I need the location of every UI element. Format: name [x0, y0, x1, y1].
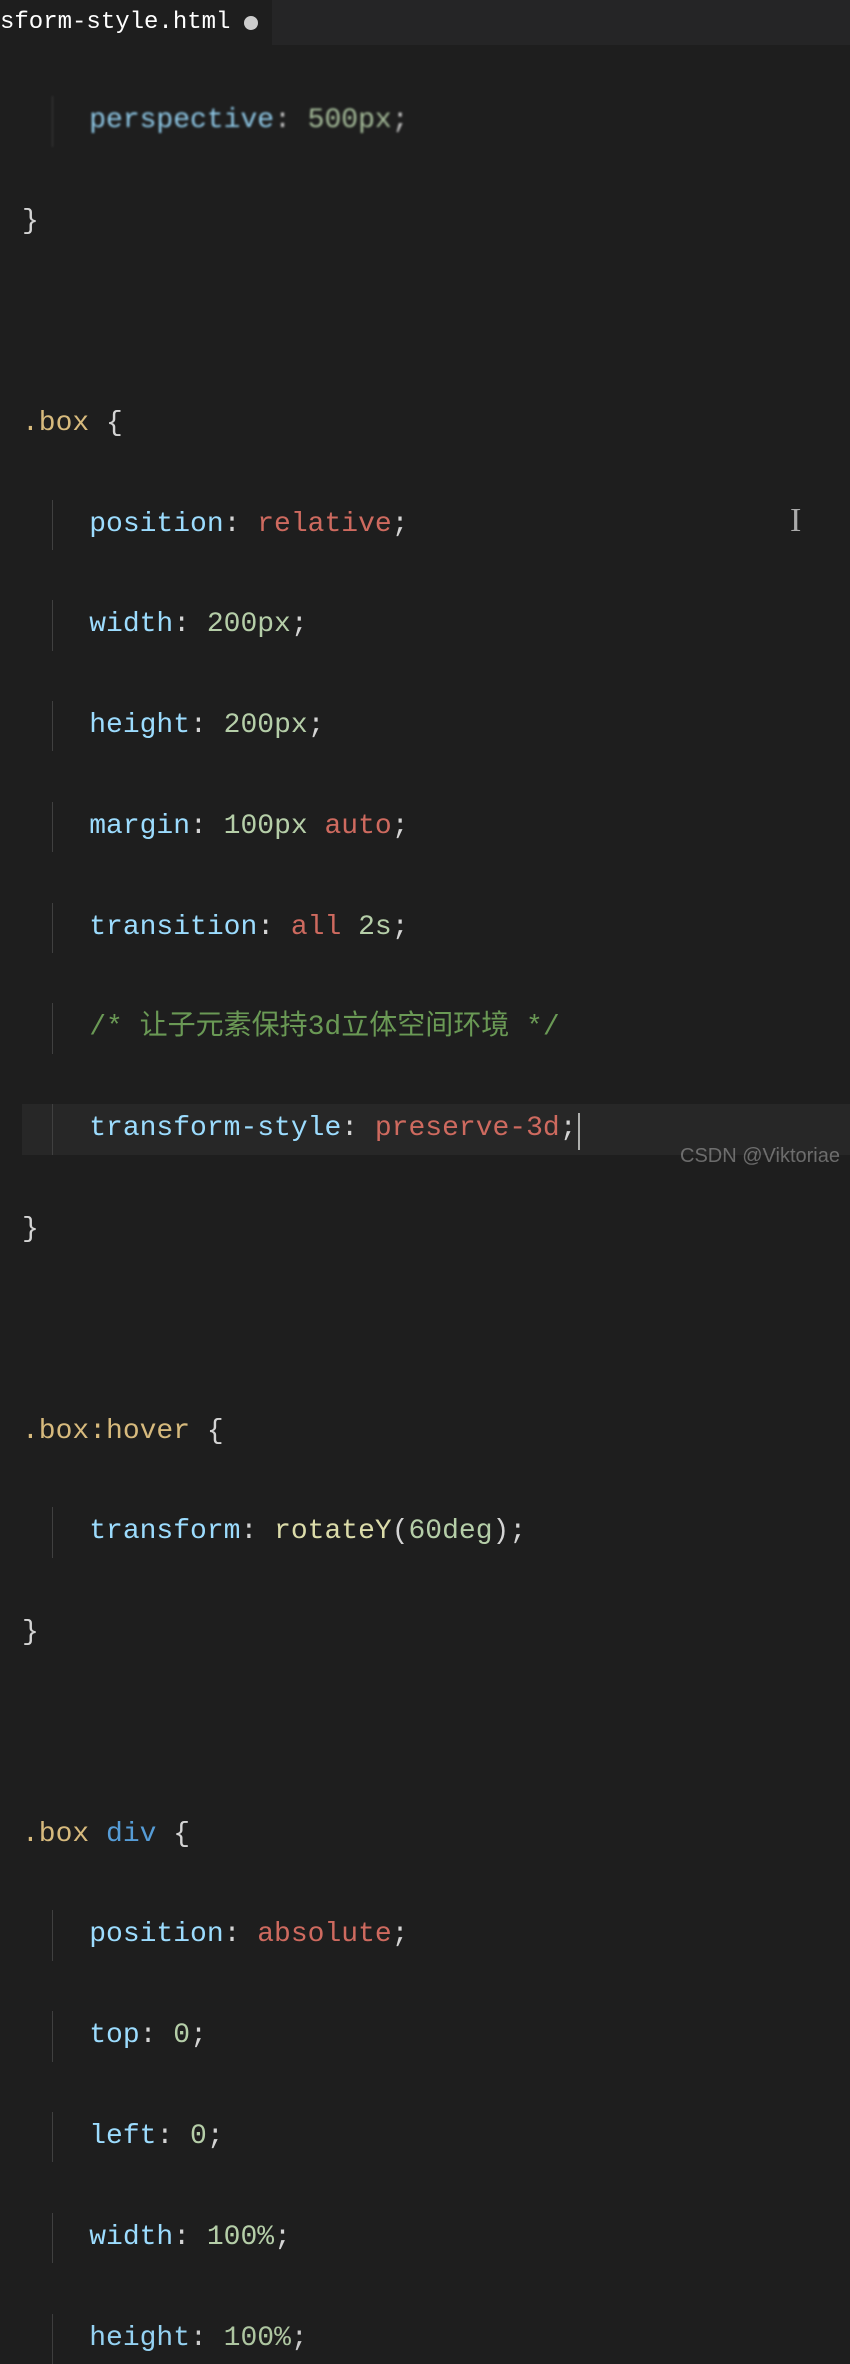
- css-function: rotateY: [274, 1516, 392, 1547]
- css-value: 200px: [207, 609, 291, 640]
- mouse-text-cursor-icon: I: [790, 490, 801, 551]
- tab-item[interactable]: sform-style.html: [0, 0, 272, 45]
- watermark: CSDN @Viktoriae: [680, 1138, 840, 1174]
- css-value: relative: [257, 509, 391, 540]
- modified-dot-icon: [244, 16, 258, 30]
- css-value: 0: [173, 2020, 190, 2051]
- css-property: width: [89, 2222, 173, 2253]
- css-property: width: [89, 609, 173, 640]
- brace: }: [22, 1617, 39, 1648]
- text-cursor-icon: [578, 1113, 580, 1149]
- css-property: height: [89, 2323, 190, 2354]
- code-editor[interactable]: perspective: 500px; } .box { position: r…: [0, 46, 850, 2364]
- css-value: 200px: [224, 710, 308, 741]
- tab-bar: sform-style.html: [0, 0, 850, 46]
- css-value: 0: [190, 2121, 207, 2152]
- css-value: 2s: [358, 912, 392, 943]
- css-property: perspective: [89, 105, 274, 136]
- css-comment: /* 让子元素保持3d立体空间环境 */: [89, 1012, 559, 1043]
- css-selector: .box:hover: [22, 1416, 190, 1447]
- css-property: top: [89, 2020, 139, 2051]
- css-property: position: [89, 509, 223, 540]
- css-selector: .box: [22, 1819, 89, 1850]
- gutter: [0, 46, 22, 1182]
- css-property: transform-style: [89, 1113, 341, 1144]
- css-property: left: [89, 2121, 156, 2152]
- css-value: 100%: [224, 2323, 291, 2354]
- brace: }: [22, 206, 39, 237]
- css-value: auto: [324, 811, 391, 842]
- css-value: 100%: [207, 2222, 274, 2253]
- tab-title: sform-style.html: [0, 1, 230, 44]
- css-value: 500px: [308, 105, 392, 136]
- brace: }: [22, 1214, 39, 1245]
- css-property: transition: [89, 912, 257, 943]
- css-value: absolute: [257, 1919, 391, 1950]
- css-property: margin: [89, 811, 190, 842]
- css-value: 60deg: [409, 1516, 493, 1547]
- css-value: preserve-3d: [375, 1113, 560, 1144]
- css-value: all: [291, 912, 341, 943]
- css-property: position: [89, 1919, 223, 1950]
- css-selector: div: [106, 1819, 156, 1850]
- css-selector: .box: [22, 408, 89, 439]
- css-property: transform: [89, 1516, 240, 1547]
- css-value: 100px: [224, 811, 308, 842]
- css-property: height: [89, 710, 190, 741]
